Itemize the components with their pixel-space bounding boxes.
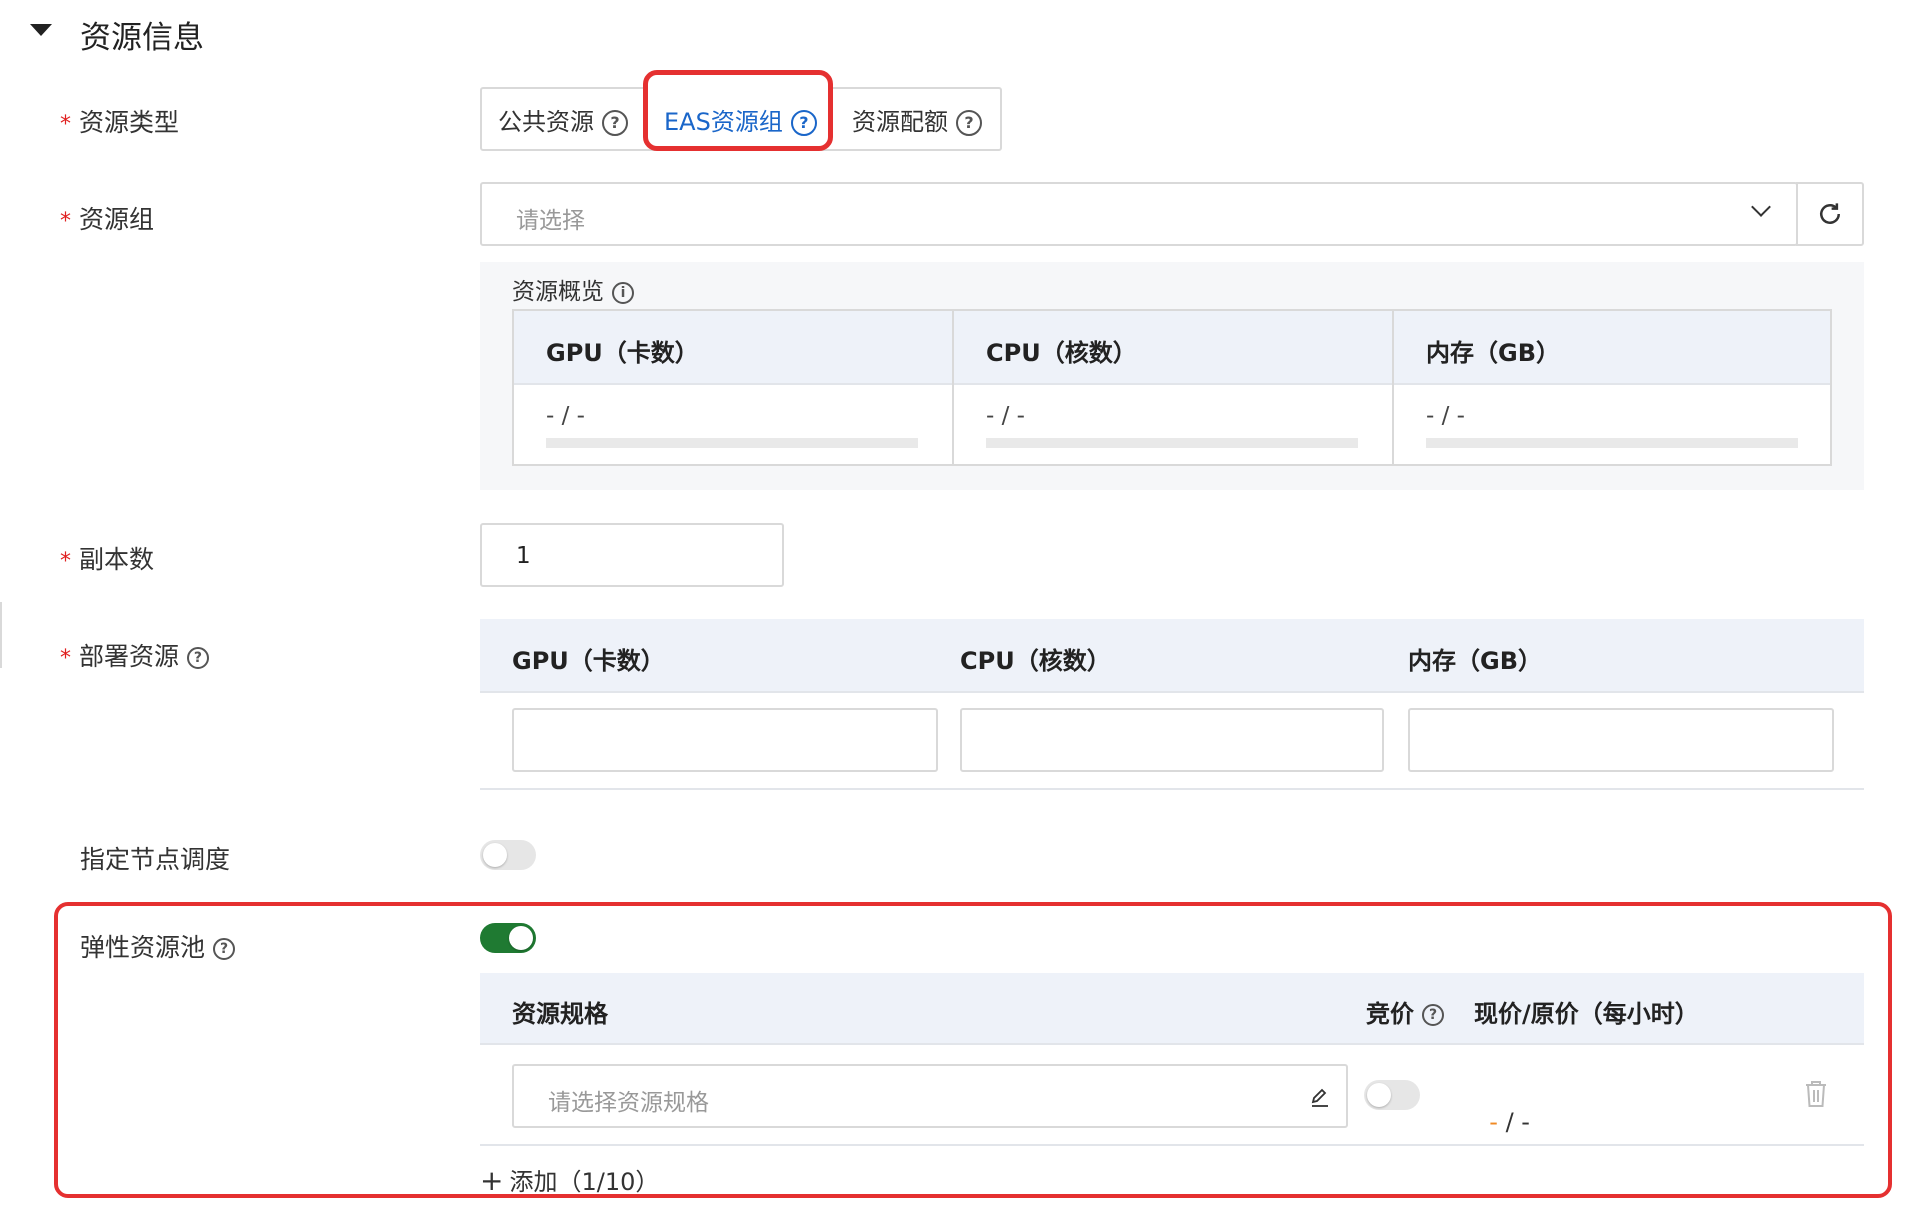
- col-resource-spec: 资源规格: [512, 1000, 608, 1028]
- replicas-value: 1: [516, 543, 531, 569]
- option-eas-resource-group-text[interactable]: EAS资源组?: [664, 102, 817, 137]
- overview-col-gpu: GPU（卡数）: [546, 339, 699, 367]
- deploy-resources-header: [480, 619, 1864, 693]
- required-asterisk: *: [60, 646, 71, 671]
- deploy-gpu-input[interactable]: [512, 708, 938, 772]
- replicas-label-text: 副本数: [78, 545, 154, 574]
- help-icon[interactable]: ?: [602, 110, 628, 136]
- option-public-resource[interactable]: 公共资源?: [498, 102, 628, 137]
- resource-group-label: * 资源组: [60, 200, 154, 236]
- node-scheduling-toggle[interactable]: [480, 840, 536, 870]
- elastic-pool-row-line: [480, 1144, 1864, 1146]
- refresh-icon: [1820, 203, 1840, 224]
- memory-usage-bar: [1426, 438, 1798, 448]
- trash-icon[interactable]: [1804, 1080, 1828, 1108]
- deploy-resources-label-text: 部署资源: [78, 642, 179, 671]
- resource-overview-table: GPU（卡数） CPU（核数） 内存（GB） - / - - / - - / -: [512, 309, 1832, 466]
- option-resource-quota[interactable]: 资源配额?: [852, 102, 982, 137]
- col-bid: 竞价?: [1366, 994, 1444, 1029]
- deploy-memory-input[interactable]: [1408, 708, 1834, 772]
- overview-value-memory: - / -: [1426, 403, 1465, 429]
- resource-type-label: * 资源类型: [60, 103, 179, 139]
- overview-value-cpu: - / -: [986, 403, 1025, 429]
- gpu-usage-bar: [546, 438, 918, 448]
- overview-col-memory: 内存（GB）: [1426, 339, 1560, 367]
- help-icon[interactable]: ?: [186, 647, 209, 669]
- resource-spec-select[interactable]: 请选择资源规格: [512, 1064, 1348, 1128]
- replicas-label: * 副本数: [60, 540, 154, 576]
- elastic-pool-label: 弹性资源池?: [80, 928, 236, 964]
- toggle-knob: [483, 843, 507, 867]
- elastic-pool-label-text: 弹性资源池: [80, 933, 206, 962]
- resource-type-label-text: 资源类型: [78, 108, 179, 137]
- elastic-pool-toggle[interactable]: [480, 923, 536, 953]
- deploy-cpu-input[interactable]: [960, 708, 1384, 772]
- option-public-resource-label: 公共资源: [498, 108, 594, 136]
- col-bid-text: 竞价: [1366, 1000, 1414, 1028]
- collapse-triangle-icon[interactable]: [30, 24, 52, 36]
- price-current: -: [1489, 1108, 1498, 1136]
- toggle-knob: [1367, 1083, 1391, 1107]
- deploy-col-gpu: GPU（卡数）: [512, 647, 665, 675]
- chevron-down-icon[interactable]: [1751, 197, 1771, 217]
- left-edge-divider: [0, 602, 2, 668]
- help-icon[interactable]: ?: [1422, 1004, 1444, 1026]
- price-value: - / -: [1474, 1080, 1530, 1136]
- help-icon[interactable]: ?: [956, 110, 982, 136]
- resource-spec-placeholder: 请选择资源规格: [548, 1090, 709, 1116]
- column-divider: [952, 311, 954, 464]
- resource-group-placeholder: 请选择: [516, 208, 585, 234]
- price-original: -: [1521, 1108, 1530, 1136]
- info-icon[interactable]: i: [612, 281, 634, 304]
- add-spec-label: 添加（1/10）: [509, 1168, 660, 1196]
- help-icon[interactable]: ?: [213, 938, 236, 960]
- deploy-resources-bottom-line: [480, 788, 1864, 790]
- refresh-button[interactable]: [1796, 182, 1864, 246]
- required-asterisk: *: [60, 209, 71, 234]
- resource-overview-title: 资源概览 i: [512, 272, 634, 306]
- option-eas-label: EAS资源组: [664, 108, 783, 136]
- price-separator: /: [1497, 1108, 1522, 1136]
- overview-header-row: [514, 311, 1830, 385]
- add-spec-button[interactable]: + 添加（1/10）: [480, 1162, 659, 1197]
- resource-overview-title-text: 资源概览: [512, 279, 604, 305]
- col-price: 现价/原价（每小时）: [1474, 1000, 1699, 1028]
- option-resource-quota-label: 资源配额: [852, 108, 948, 136]
- resource-group-select[interactable]: 请选择: [480, 182, 1798, 246]
- overview-value-gpu: - / -: [546, 403, 585, 429]
- edit-icon[interactable]: [1310, 1087, 1330, 1107]
- plus-icon: +: [480, 1164, 504, 1197]
- section-title: 资源信息: [80, 20, 204, 56]
- replicas-input[interactable]: 1: [480, 523, 784, 587]
- node-scheduling-label: 指定节点调度: [80, 845, 231, 874]
- deploy-resources-label: * 部署资源?: [60, 637, 209, 673]
- required-asterisk: *: [60, 112, 71, 137]
- resource-group-label-text: 资源组: [78, 205, 154, 234]
- cpu-usage-bar: [986, 438, 1358, 448]
- overview-col-cpu: CPU（核数）: [986, 339, 1137, 367]
- toggle-knob: [509, 926, 533, 950]
- deploy-col-memory: 内存（GB）: [1408, 647, 1542, 675]
- bid-toggle[interactable]: [1364, 1080, 1420, 1110]
- elastic-pool-highlight: [54, 902, 1892, 1198]
- help-icon[interactable]: ?: [790, 110, 817, 136]
- required-asterisk: *: [60, 549, 71, 574]
- column-divider: [1392, 311, 1394, 464]
- deploy-col-cpu: CPU（核数）: [960, 647, 1111, 675]
